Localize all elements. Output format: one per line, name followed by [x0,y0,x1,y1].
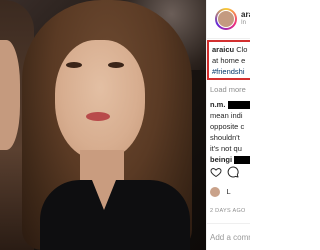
dress-neckline [92,180,116,210]
header-divider [207,38,250,39]
right-eye [108,62,124,68]
comment-1-line: shouldn't [210,133,240,142]
woman-face [55,40,145,160]
likes-row[interactable]: L [210,183,231,197]
post-timestamp: 2 DAYS AGO [210,208,246,214]
caption-text-1: Clo [236,45,248,54]
comment-2-header: beingi [210,154,250,165]
lips [86,112,110,121]
comment-1-username[interactable]: n.m. [210,100,225,109]
comment-1-line: opposite c [210,122,245,131]
caption-hashtag[interactable]: #friendshi [212,66,250,77]
post-username[interactable]: araicu [241,10,250,19]
post-location[interactable]: In [241,20,246,26]
caption-line-2: at home e [212,56,246,65]
heart-icon-graphic [210,167,222,178]
heart-icon[interactable] [210,166,222,178]
friend-face [0,40,20,150]
left-eye [66,62,82,68]
caption-line-1: araicu Clo [212,44,250,55]
caption-username[interactable]: araicu [212,45,234,54]
action-bar [210,166,250,180]
add-comment-input[interactable] [207,226,250,248]
post-sidebar: araicu In araicu Clo at home e #friendsh… [206,0,250,250]
redaction-bar [227,101,250,110]
avatar[interactable] [215,8,237,30]
comment-1-line: mean indi [210,111,243,120]
comment-icon-graphic [227,166,239,178]
highlighted-caption: araicu Clo at home e #friendshi [207,40,250,80]
liker-avatar [210,186,220,197]
redaction-bar [234,156,250,165]
comment-icon[interactable] [227,166,239,178]
comment-1-header: n.m. [210,99,250,110]
avatar-image [217,10,235,28]
load-more-comments[interactable]: Load more [210,85,246,94]
likes-text: L [226,187,231,197]
comment-2-username[interactable]: beingi [210,155,232,164]
comment-divider [207,223,250,224]
comment-1-line: it's not qu [210,144,242,153]
post-photo[interactable] [0,0,206,250]
